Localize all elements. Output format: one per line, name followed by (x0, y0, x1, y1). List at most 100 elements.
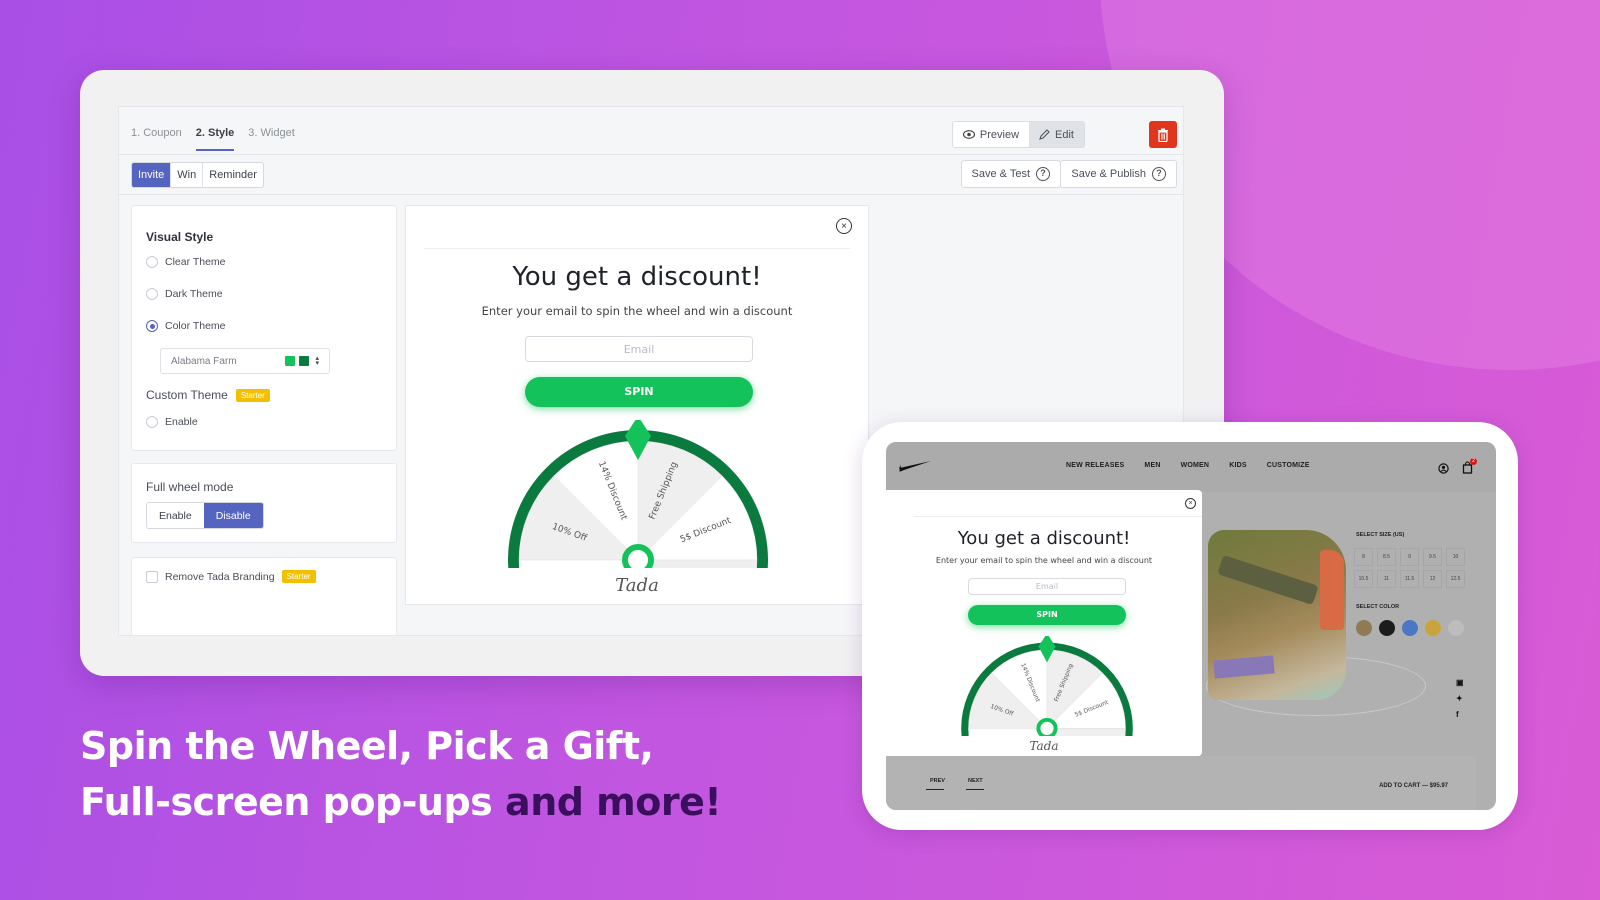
step-tabs: 1. Coupon 2. Style 3. Widget (131, 127, 295, 151)
tab-style[interactable]: 2. Style (195, 127, 234, 151)
popup-subtitle: Enter your email to spin the wheel and w… (935, 556, 1153, 565)
color-swatch-option[interactable] (1402, 620, 1418, 636)
trash-icon (1158, 128, 1168, 142)
tab-reminder[interactable]: Reminder (203, 163, 263, 187)
prev-arrow-icon (926, 789, 944, 790)
color-swatch-option[interactable] (1356, 620, 1372, 636)
facebook-icon[interactable]: f (1456, 710, 1459, 719)
size-option[interactable]: 9 (1400, 548, 1419, 566)
nav-new-releases[interactable]: NEW RELEASES (1066, 462, 1124, 469)
save-publish-label: Save & Publish (1071, 168, 1146, 180)
radio-custom-enable[interactable]: Enable (146, 416, 198, 428)
size-option[interactable]: 8.5 (1377, 548, 1396, 566)
radio-label: Enable (165, 416, 198, 428)
twitter-icon[interactable]: ✦ (1456, 694, 1463, 703)
size-option[interactable]: 10.5 (1354, 570, 1373, 588)
headline-line-2: Full-screen pop-ups and more! (80, 774, 722, 830)
size-option[interactable]: 8 (1354, 548, 1373, 566)
radio-clear-theme[interactable]: Clear Theme (146, 256, 226, 268)
theme-select[interactable]: Alabama Farm ▴ ▾ (160, 348, 330, 374)
custom-theme-label: Custom Theme (146, 388, 228, 402)
tablet-mockup: NEW RELEASES MEN WOMEN KIDS CUSTOMIZE 2 … (862, 422, 1518, 830)
size-option[interactable]: 9.5 (1423, 548, 1442, 566)
remove-branding-row[interactable]: Remove Tada Branding Starter (146, 570, 316, 583)
radio-button[interactable] (146, 256, 158, 268)
message-tabs: Invite Win Reminder (131, 162, 264, 188)
email-input[interactable] (968, 578, 1126, 595)
cart-count-badge: 2 (1470, 458, 1477, 465)
divider (424, 248, 850, 249)
full-wheel-panel: Full wheel mode Enable Disable (131, 463, 397, 543)
spin-button[interactable]: SPIN (525, 377, 753, 407)
nav-customize[interactable]: CUSTOMIZE (1267, 462, 1310, 469)
headline-line-1: Spin the Wheel, Pick a Gift, (80, 724, 654, 768)
nike-logo-icon[interactable] (898, 460, 932, 472)
radio-button[interactable] (146, 416, 158, 428)
color-swatch-option[interactable] (1425, 620, 1441, 636)
size-option[interactable]: 10 (1446, 548, 1465, 566)
account-icon[interactable] (1438, 463, 1449, 474)
tab-widget[interactable]: 3. Widget (248, 127, 294, 151)
radio-label: Dark Theme (165, 288, 223, 300)
next-button[interactable]: NEXT (968, 778, 983, 784)
popup-preview: × You get a discount! Enter your email t… (405, 205, 869, 605)
preview-label: Preview (979, 128, 1020, 141)
prev-button[interactable]: PREV (930, 778, 945, 784)
size-option[interactable]: 11 (1377, 570, 1396, 588)
popup-title: You get a discount! (512, 262, 762, 292)
edit-button[interactable]: Edit (1029, 122, 1084, 147)
nav-kids[interactable]: KIDS (1229, 462, 1247, 469)
color-options (1356, 620, 1464, 636)
store-screen: NEW RELEASES MEN WOMEN KIDS CUSTOMIZE 2 … (886, 442, 1496, 810)
save-test-button[interactable]: Save & Test ? (960, 160, 1061, 188)
instagram-icon[interactable]: ▣ (1456, 678, 1464, 687)
add-to-cart-button[interactable]: ADD TO CART — $95.97 (1379, 783, 1448, 789)
tada-brand-logo: Tada (406, 568, 868, 604)
preview-button[interactable]: Preview (952, 122, 1030, 147)
remove-branding-checkbox[interactable] (146, 570, 158, 583)
delete-button[interactable] (1149, 121, 1177, 148)
color-swatch-option[interactable] (1379, 620, 1395, 636)
sub-bar: Invite Win Reminder Save & Test ? Save &… (119, 155, 1183, 195)
radio-button[interactable] (146, 320, 158, 332)
close-icon[interactable]: × (1185, 498, 1196, 509)
branding-panel: Remove Tada Branding Starter (131, 557, 397, 635)
save-test-label: Save & Test (971, 168, 1031, 180)
radio-color-theme[interactable]: Color Theme (146, 320, 226, 332)
full-wheel-enable-button[interactable]: Enable (147, 503, 204, 528)
color-swatch-option[interactable] (1448, 620, 1464, 636)
next-arrow-icon (966, 789, 984, 790)
nav-men[interactable]: MEN (1144, 462, 1160, 469)
headline-line-2-dark: and more! (505, 780, 722, 824)
radio-button[interactable] (146, 288, 158, 300)
starter-badge: Starter (281, 570, 316, 583)
size-option[interactable]: 12.5 (1446, 570, 1465, 588)
tab-win[interactable]: Win (171, 163, 204, 187)
radio-label: Clear Theme (165, 256, 226, 268)
store-popup: × You get a discount! Enter your email t… (886, 490, 1202, 756)
size-grid: 8 8.5 9 9.5 10 10.5 11 11.5 12 12.5 (1354, 548, 1465, 588)
help-icon[interactable]: ? (1152, 167, 1166, 181)
size-option[interactable]: 12 (1423, 570, 1442, 588)
remove-branding-label: Remove Tada Branding (165, 570, 275, 583)
pencil-icon (1039, 129, 1050, 140)
tab-invite[interactable]: Invite (132, 163, 172, 187)
top-bar: 1. Coupon 2. Style 3. Widget Preview Edi… (119, 107, 1183, 155)
email-input[interactable] (525, 336, 753, 362)
size-option[interactable]: 11.5 (1400, 570, 1419, 588)
save-publish-button[interactable]: Save & Publish ? (1060, 160, 1177, 188)
help-icon[interactable]: ? (1036, 167, 1050, 181)
close-icon[interactable]: × (836, 218, 852, 234)
theme-swatch-primary (285, 356, 296, 366)
nav-women[interactable]: WOMEN (1181, 462, 1210, 469)
visual-style-panel: Visual Style Clear Theme Dark Theme Colo… (131, 205, 397, 451)
spin-button[interactable]: SPIN (968, 605, 1126, 625)
headline-line-2-light: Full-screen pop-ups (80, 780, 506, 824)
view-toggle: Preview Edit (951, 121, 1085, 148)
radio-dark-theme[interactable]: Dark Theme (146, 288, 223, 300)
starter-badge: Starter (235, 388, 270, 402)
full-wheel-disable-button[interactable]: Disable (203, 503, 263, 528)
full-wheel-toggle: Enable Disable (146, 502, 264, 529)
store-nav: NEW RELEASES MEN WOMEN KIDS CUSTOMIZE 2 (886, 442, 1496, 492)
tab-coupon[interactable]: 1. Coupon (131, 127, 182, 151)
